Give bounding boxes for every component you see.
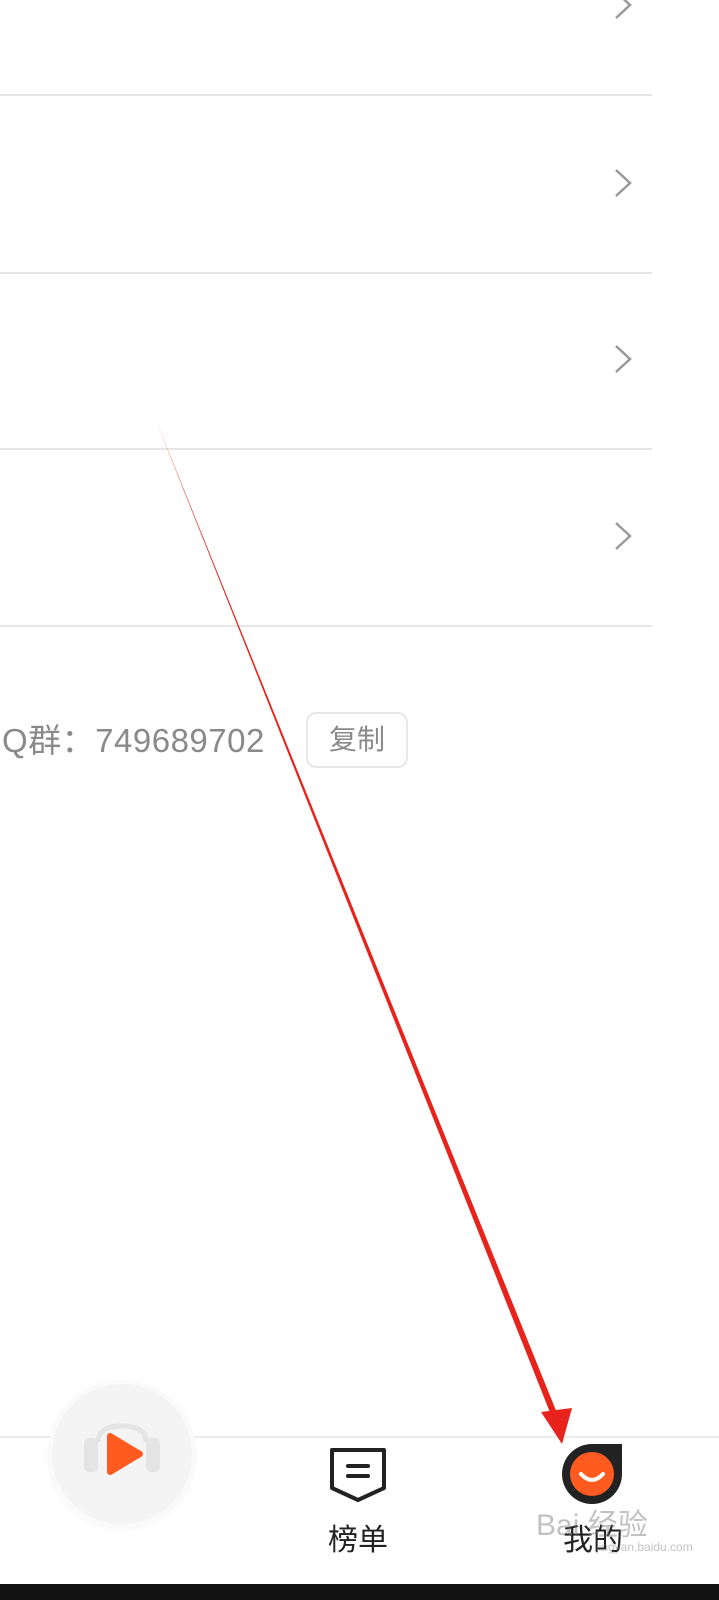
settings-row[interactable] <box>0 270 652 450</box>
settings-row[interactable] <box>0 447 652 627</box>
chevron-right-icon <box>615 522 632 550</box>
tab-label: 榜单 <box>328 1524 388 1557</box>
qq-group-text: Q群：749689702 <box>2 722 265 759</box>
watermark-sub: jingyan.baidu.com <box>596 1540 693 1554</box>
settings-row[interactable] <box>0 0 652 96</box>
chevron-right-icon <box>615 169 632 197</box>
play-tab-button[interactable] <box>52 1384 192 1524</box>
chevron-right-icon <box>615 0 632 19</box>
profile-icon <box>562 1444 622 1504</box>
system-bar <box>0 1584 719 1600</box>
tab-ranking[interactable]: 榜单 <box>318 1444 398 1559</box>
copy-button[interactable]: 复制 <box>306 712 408 768</box>
watermark: Bai 经验 jingyan.baidu.com <box>536 1500 693 1554</box>
list-icon <box>330 1448 386 1502</box>
watermark-text: Bai 经验 <box>536 1509 648 1542</box>
chevron-right-icon <box>615 345 632 373</box>
play-icon <box>84 1423 160 1475</box>
settings-row[interactable] <box>0 94 652 274</box>
